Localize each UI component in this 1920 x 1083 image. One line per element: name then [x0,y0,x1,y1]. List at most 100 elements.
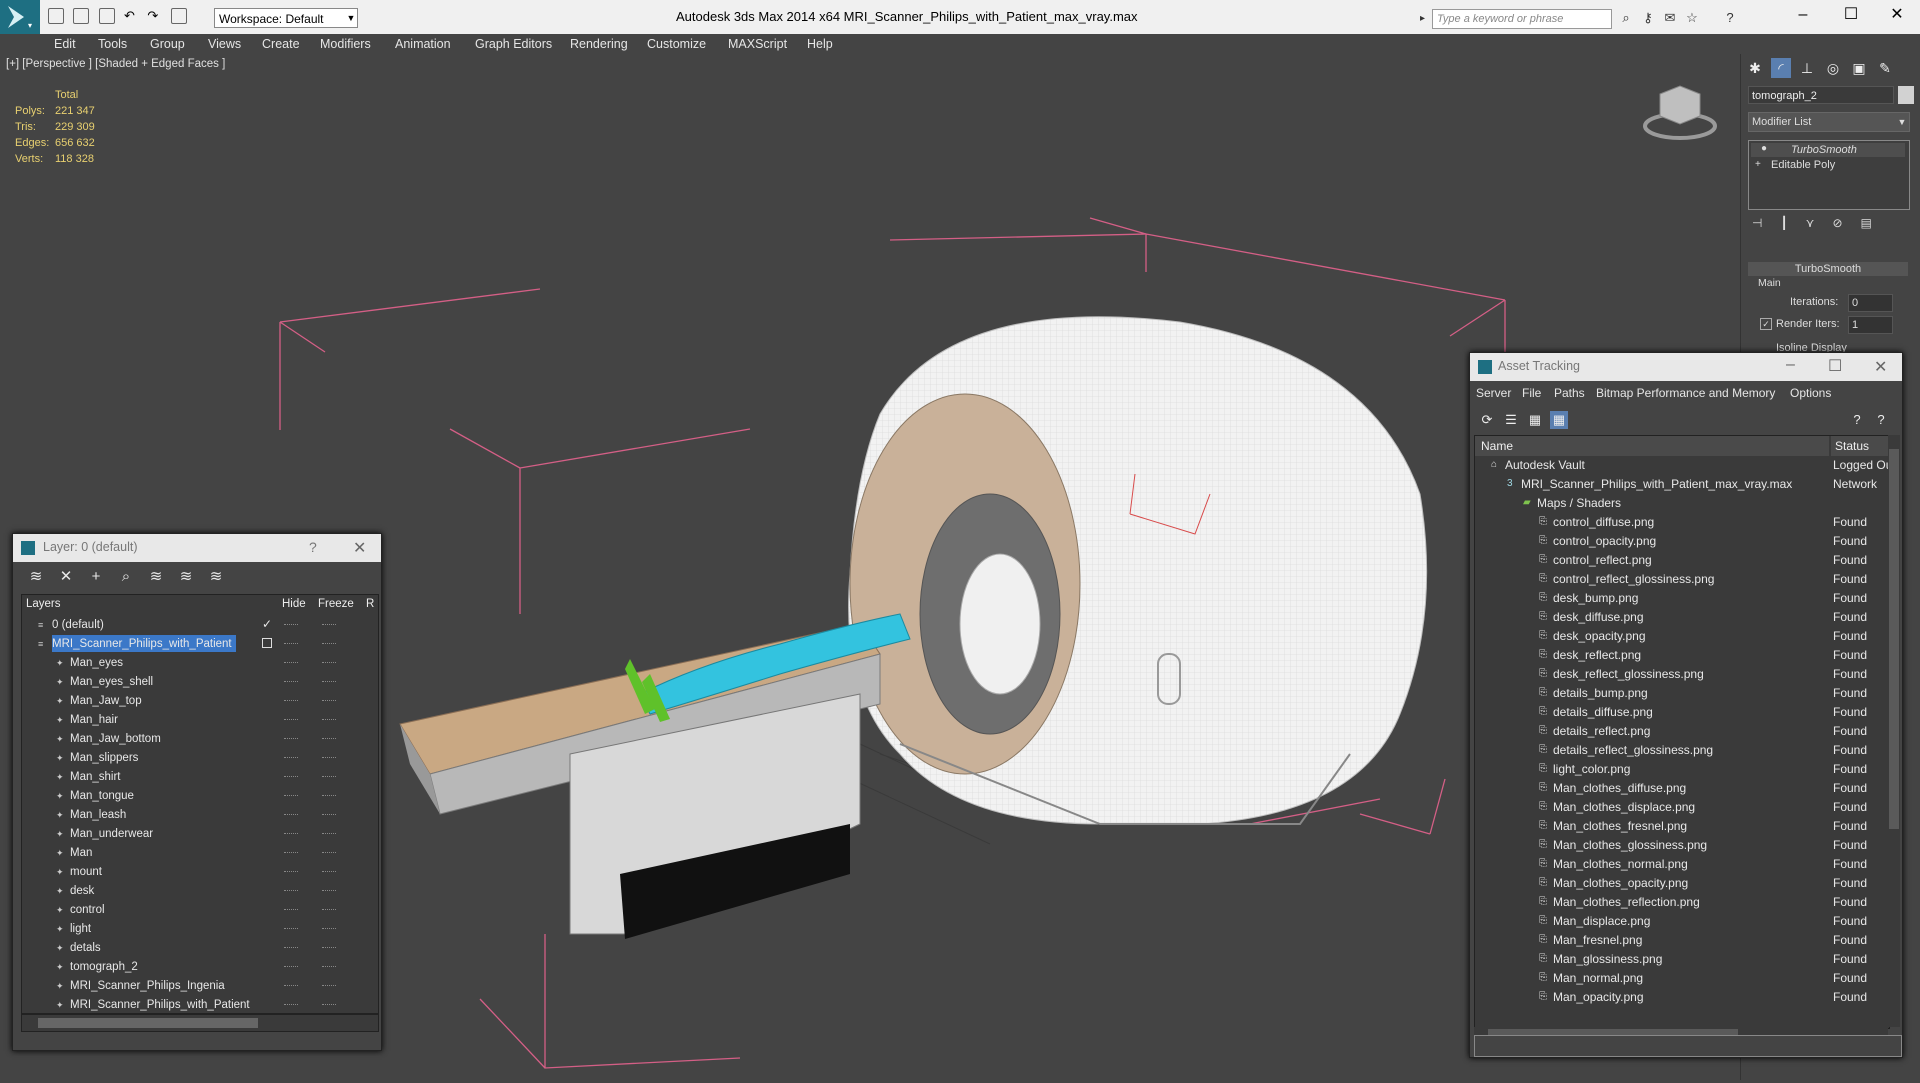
layer-dialog-titlebar[interactable]: Layer: 0 (default) ? ✕ [13,534,381,562]
layer-name[interactable]: tomograph_2 [70,958,142,975]
asset-menu-server[interactable]: Server [1476,381,1511,405]
asset-row[interactable]: ▰ Maps / Shaders [1475,494,1889,513]
menu-maxscript[interactable]: MAXScript [728,34,787,54]
layer-name[interactable]: Man_eyes_shell [70,673,157,690]
menu-graph-editors[interactable]: Graph Editors [475,34,552,54]
layer-row[interactable]: ✦ Man_Jaw_bottom [22,729,378,748]
layer-row[interactable]: ✦ MRI_Scanner_Philips_with_Patient [22,995,378,1013]
col-hide[interactable]: Hide [282,595,306,613]
asset-row[interactable]: ⎘ Man_normal.png Found [1475,969,1889,988]
asset-menu-file[interactable]: File [1522,381,1541,405]
menu-rendering[interactable]: Rendering [570,34,628,54]
current-layer-check-icon[interactable]: ✓ [262,615,272,634]
layer-name[interactable]: control [70,901,109,918]
asset-row[interactable]: ⎘ Man_clothes_fresnel.png Found [1475,817,1889,836]
freeze-toggle[interactable] [322,966,336,969]
hide-toggle[interactable] [284,643,298,646]
freeze-toggle[interactable] [322,662,336,665]
hide-toggle[interactable] [284,890,298,893]
col-freeze[interactable]: Freeze [318,595,354,613]
freeze-toggle[interactable] [322,681,336,684]
display-tab-icon[interactable]: ▣ [1849,58,1869,78]
motion-tab-icon[interactable]: ◎ [1823,58,1843,78]
asset-row[interactable]: ⎘ details_reflect_glossiness.png Found [1475,741,1889,760]
asset-close-button[interactable]: ✕ [1874,357,1887,377]
menu-animation[interactable]: Animation [395,34,451,54]
menu-group[interactable]: Group [150,34,185,54]
asset-row[interactable]: ⎘ Man_clothes_normal.png Found [1475,855,1889,874]
highlight-layer-icon[interactable]: ≋ [147,568,165,586]
communication-icon[interactable]: ✉ [1662,10,1678,26]
stack-item-turbosmooth[interactable]: TurboSmooth [1751,143,1905,157]
layer-row[interactable]: ✦ desk [22,881,378,900]
freeze-toggle[interactable] [322,928,336,931]
viewport-label[interactable]: [+] [Perspective ] [Shaded + Edged Faces… [6,58,225,70]
freeze-toggle[interactable] [322,890,336,893]
layer-row[interactable]: ✦ Man_leash [22,805,378,824]
freeze-toggle[interactable] [322,947,336,950]
freeze-toggle[interactable] [322,776,336,779]
layer-help-button[interactable]: ? [309,539,317,555]
layer-horizontal-scrollbar[interactable] [21,1014,379,1032]
layer-name[interactable]: mount [70,863,106,880]
freeze-all-icon[interactable]: ≋ [207,568,225,586]
save-file-icon[interactable] [98,8,115,24]
hide-toggle[interactable] [284,738,298,741]
layer-row[interactable]: ✦ Man_tongue [22,786,378,805]
freeze-toggle[interactable] [322,985,336,988]
menu-help[interactable]: Help [807,34,833,54]
hide-toggle[interactable] [284,985,298,988]
iterations-spinner[interactable]: 0 [1848,294,1893,312]
hide-toggle[interactable] [284,700,298,703]
hide-toggle[interactable] [284,966,298,969]
layer-row[interactable]: ✦ light [22,919,378,938]
chevron-down-icon[interactable]: ▼ [1896,114,1908,130]
hide-toggle[interactable] [284,681,298,684]
workspace-dropdown[interactable]: Workspace: Default [214,8,358,28]
layer-row[interactable]: ✦ control [22,900,378,919]
freeze-toggle[interactable] [322,814,336,817]
render-iters-checkbox[interactable]: ✓ [1760,318,1772,330]
hide-toggle[interactable] [284,833,298,836]
help-tool-icon[interactable]: ? [1872,411,1890,429]
layer-name[interactable]: Man_shirt [70,768,125,785]
menu-edit[interactable]: Edit [54,34,76,54]
hide-toggle[interactable] [284,662,298,665]
asset-row[interactable]: ⎘ Man_displace.png Found [1475,912,1889,931]
expand-plus-icon[interactable]: + [1755,159,1761,170]
asset-path-field[interactable] [1474,1035,1902,1057]
layer-name[interactable]: Man_Jaw_top [70,692,146,709]
layer-row[interactable]: ✦ Man_hair [22,710,378,729]
layer-name[interactable]: Man_slippers [70,749,142,766]
layer-row[interactable]: ✦ detals [22,938,378,957]
layer-name[interactable]: Man_leash [70,806,130,823]
help-icon[interactable]: ? [1722,10,1738,26]
project-folder-icon[interactable] [170,8,187,24]
layer-row[interactable]: ✦ Man_shirt [22,767,378,786]
asset-row[interactable]: ⎘ control_opacity.png Found [1475,532,1889,551]
layer-select-box-icon[interactable] [262,638,272,648]
layer-row[interactable]: ✦ MRI_Scanner_Philips_Ingenia [22,976,378,995]
maximize-button[interactable]: ☐ [1828,0,1874,30]
layer-name[interactable]: Man_tongue [70,787,138,804]
layer-name[interactable]: light [70,920,95,937]
modifier-stack[interactable]: TurboSmooth Editable Poly ● + [1748,140,1910,210]
layer-row[interactable]: ✦ Man_eyes [22,653,378,672]
modify-tab-icon[interactable]: ◜ [1771,58,1791,78]
object-name-field[interactable]: tomograph_2 [1748,86,1894,104]
layer-row[interactable]: ✦ Man_Jaw_top [22,691,378,710]
freeze-toggle[interactable] [322,719,336,722]
asset-maximize-button[interactable]: ☐ [1828,356,1842,376]
utilities-tab-icon[interactable]: ✎ [1875,58,1895,78]
layer-row[interactable]: ✦ Man_eyes_shell [22,672,378,691]
freeze-toggle[interactable] [322,1004,336,1007]
turbosmooth-rollout-header[interactable]: TurboSmooth [1748,262,1908,276]
asset-row[interactable]: ⎘ light_color.png Found [1475,760,1889,779]
asset-row[interactable]: ⎘ desk_bump.png Found [1475,589,1889,608]
layer-name[interactable]: Man_eyes [70,654,127,671]
asset-menu-paths[interactable]: Paths [1554,381,1585,405]
hierarchy-tab-icon[interactable]: ⊥ [1797,58,1817,78]
asset-minimize-button[interactable]: – [1786,356,1795,374]
freeze-toggle[interactable] [322,909,336,912]
menu-views[interactable]: Views [208,34,241,54]
